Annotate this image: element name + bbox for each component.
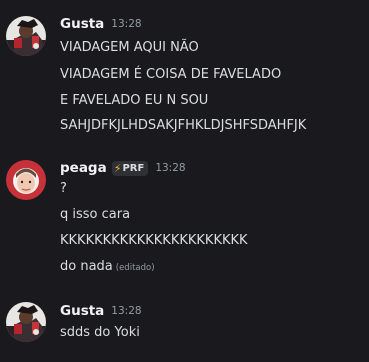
username[interactable]: Gusta (60, 16, 104, 32)
message-text: VIADAGEM AQUI NÃO (60, 40, 199, 55)
message-header: peaga ⚡ PRF 13:28 (60, 158, 186, 178)
avatar[interactable] (6, 160, 46, 200)
message-text-edited: do nada (editado) (60, 258, 155, 277)
gusta-avatar-image (6, 302, 46, 342)
timestamp: 13:28 (155, 162, 186, 174)
avatar[interactable] (6, 302, 46, 342)
role-tag[interactable]: ⚡ PRF (111, 160, 149, 176)
lightning-icon: ⚡ (113, 161, 122, 175)
username[interactable]: Gusta (60, 303, 104, 319)
timestamp: 13:28 (111, 18, 142, 30)
message-text: sdds do Yoki (60, 325, 140, 340)
gusta-avatar-image (6, 16, 46, 56)
message-text: KKKKKKKKKKKKKKKKKKKKKK (60, 233, 248, 248)
message-text: SAHJDFKJLHDSAKJFHKLDJSHFSDAHFJK (60, 118, 307, 133)
timestamp: 13:28 (111, 305, 142, 317)
message-text: E FAVELADO EU N SOU (60, 93, 209, 108)
message-header: Gusta 13:28 (60, 14, 142, 34)
role-tag-label: PRF (122, 162, 145, 174)
avatar[interactable] (6, 16, 46, 56)
message-text: VIADAGEM É COISA DE FAVELADO (60, 67, 282, 82)
peaga-avatar-image (6, 160, 46, 200)
message-text: q isso cara (60, 207, 131, 222)
message-header: Gusta 13:28 (60, 301, 142, 321)
message-text: do nada (60, 259, 113, 274)
edited-label: (editado) (115, 263, 155, 273)
message-text: ? (60, 181, 67, 196)
username[interactable]: peaga (60, 160, 107, 176)
